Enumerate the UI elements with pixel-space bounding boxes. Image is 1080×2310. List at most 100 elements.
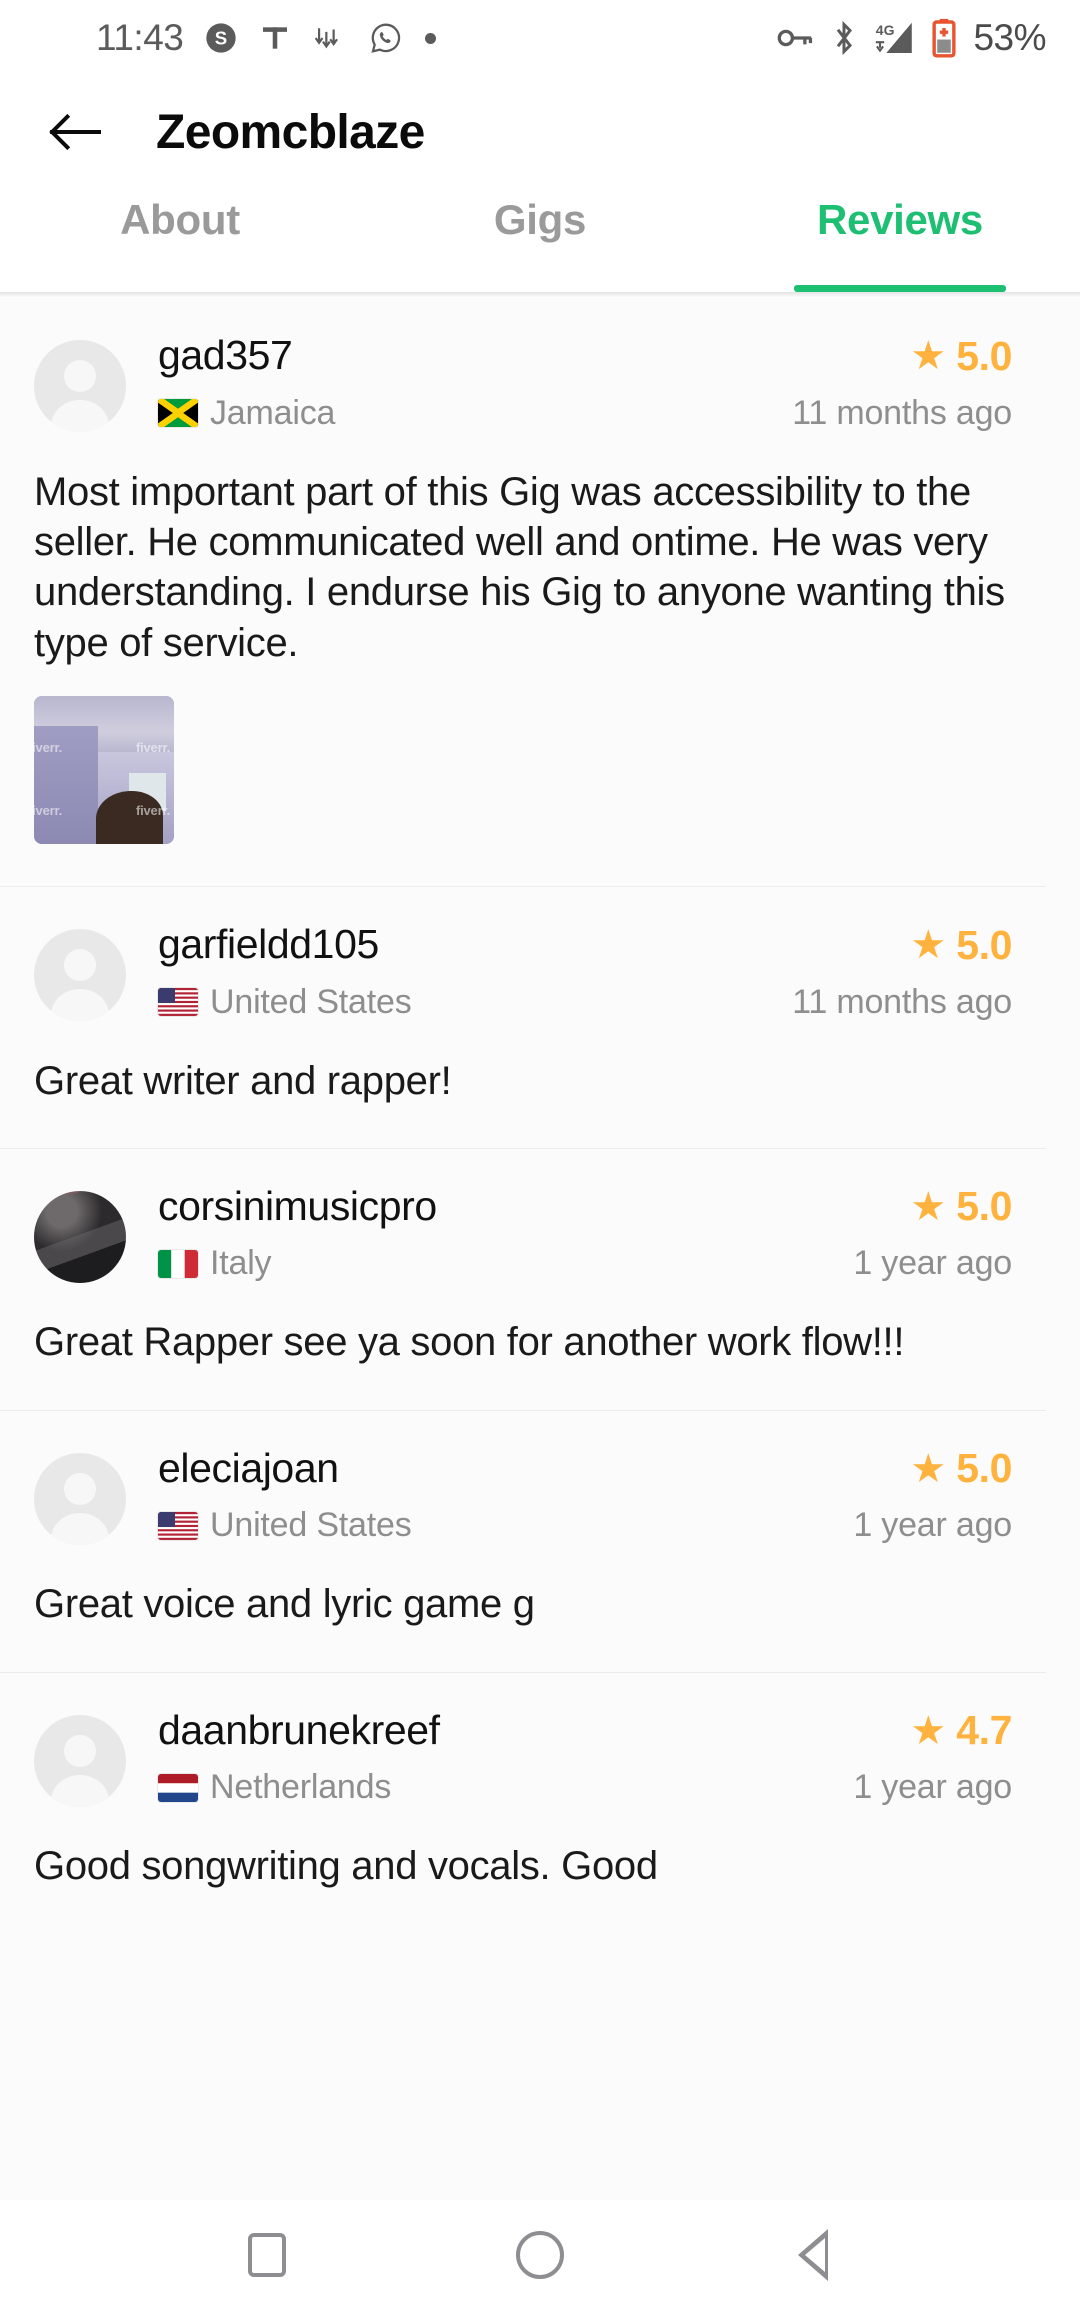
review-meta-bottom: Italy 1 year ago bbox=[158, 1244, 1012, 1283]
netherlands-flag-icon bbox=[158, 1773, 198, 1802]
battery-percent: 53% bbox=[973, 17, 1046, 58]
avatar bbox=[34, 340, 126, 432]
review-text: Most important part of this Gig was acce… bbox=[34, 469, 1005, 665]
recents-square-icon bbox=[247, 2233, 286, 2277]
reviewer-country: United States bbox=[158, 983, 412, 1022]
united-states-flag-icon bbox=[158, 1511, 198, 1540]
review-meta: eleciajoan ★ 5.0 United States 1 year ag… bbox=[158, 1445, 1012, 1546]
review-text: Great Rapper see ya soon for another wor… bbox=[34, 1320, 905, 1365]
review-time-ago: 1 year ago bbox=[853, 1244, 1012, 1283]
review-header: garfieldd105 ★ 5.0 United States 11 mont… bbox=[0, 887, 1046, 1022]
status-bar-left: 11:43 S bbox=[96, 17, 437, 59]
review-photo-thumbnail[interactable]: fiverr. fiverr. fiverr. fiverr. bbox=[34, 696, 174, 845]
review-meta-bottom: Jamaica 11 months ago bbox=[158, 394, 1012, 433]
review-text: Great writer and rapper! bbox=[34, 1058, 452, 1103]
reviewer-username[interactable]: garfieldd105 bbox=[158, 921, 379, 968]
reviewer-username[interactable]: eleciajoan bbox=[158, 1445, 339, 1492]
tab-about[interactable]: About bbox=[0, 188, 360, 292]
avatar-placeholder-head bbox=[64, 360, 96, 392]
review-header: eleciajoan ★ 5.0 United States 1 year ag… bbox=[0, 1411, 1046, 1546]
country-name: Jamaica bbox=[210, 393, 336, 432]
vpn-key-icon bbox=[777, 25, 815, 51]
united-states-flag-icon bbox=[158, 988, 198, 1017]
review-item: daanbrunekreef ★ 4.7 Netherlands 1 year … bbox=[0, 1673, 1080, 1892]
star-icon: ★ bbox=[910, 1708, 947, 1753]
review-item: gad357 ★ 5.0 Jamaica 11 months ago Most … bbox=[0, 298, 1080, 888]
country-name: United States bbox=[210, 982, 412, 1021]
review-spacer bbox=[0, 1368, 1046, 1410]
tab-about-label: About bbox=[120, 196, 240, 243]
rating-value: 5.0 bbox=[956, 1183, 1012, 1230]
data-transfer-icon bbox=[313, 23, 347, 53]
status-bar: 11:43 S 4G 53% bbox=[0, 0, 1080, 76]
review-header: gad357 ★ 5.0 Jamaica 11 months ago bbox=[0, 298, 1046, 433]
signal-4g-icon: 4G bbox=[873, 19, 915, 57]
tab-about-underline bbox=[74, 285, 286, 292]
avatar-placeholder-head bbox=[64, 1734, 96, 1767]
review-time-ago: 11 months ago bbox=[792, 982, 1012, 1021]
tab-gigs[interactable]: Gigs bbox=[360, 188, 720, 292]
watermark-text: fiverr. bbox=[135, 802, 170, 818]
italy-flag-icon bbox=[158, 1249, 198, 1278]
avatar bbox=[34, 1714, 126, 1807]
tab-gigs-label: Gigs bbox=[493, 196, 587, 243]
review-item: garfieldd105 ★ 5.0 United States 11 mont… bbox=[0, 887, 1080, 1149]
rating: ★ 5.0 bbox=[910, 1445, 1012, 1492]
system-navigation-bar bbox=[0, 2200, 1080, 2310]
home-button[interactable] bbox=[480, 2215, 600, 2295]
back-nav-button[interactable] bbox=[753, 2215, 873, 2295]
review-meta-bottom: United States 11 months ago bbox=[158, 983, 1012, 1022]
rating-value: 5.0 bbox=[956, 332, 1012, 379]
reviewer-country: United States bbox=[158, 1506, 412, 1545]
review-spacer bbox=[0, 1630, 1046, 1672]
avatar-placeholder-body bbox=[51, 400, 109, 432]
review-meta: daanbrunekreef ★ 4.7 Netherlands 1 year … bbox=[158, 1707, 1012, 1808]
review-time-ago: 1 year ago bbox=[853, 1506, 1012, 1545]
review-meta: corsinimusicpro ★ 5.0 Italy 1 year ago bbox=[158, 1183, 1012, 1284]
svg-text:S: S bbox=[215, 28, 227, 49]
avatar bbox=[34, 1452, 126, 1545]
tab-reviews-underline bbox=[794, 285, 1006, 292]
watermark-text: fiverr. bbox=[135, 740, 170, 756]
reviewer-country: Italy bbox=[158, 1244, 272, 1283]
review-meta-top: daanbrunekreef ★ 4.7 bbox=[158, 1707, 1012, 1755]
app-bar: Zeomcblaze bbox=[0, 76, 1080, 188]
avatar-placeholder-head bbox=[64, 1472, 96, 1505]
review-spacer bbox=[0, 1106, 1046, 1148]
home-circle-icon bbox=[515, 2231, 564, 2279]
avatar-placeholder-body bbox=[51, 1512, 109, 1545]
tab-reviews[interactable]: Reviews bbox=[720, 188, 1080, 292]
skype-icon: S bbox=[205, 22, 237, 54]
recents-button[interactable] bbox=[207, 2215, 327, 2295]
review-time-ago: 1 year ago bbox=[853, 1768, 1012, 1807]
rating: ★ 5.0 bbox=[910, 333, 1012, 380]
jamaica-flag-icon bbox=[158, 399, 198, 427]
rating-value: 5.0 bbox=[956, 1445, 1012, 1492]
review-meta-top: garfieldd105 ★ 5.0 bbox=[158, 921, 1012, 969]
page-title: Zeomcblaze bbox=[156, 105, 425, 159]
review-item: corsinimusicpro ★ 5.0 Italy 1 year ago G… bbox=[0, 1149, 1080, 1411]
reviewer-username[interactable]: corsinimusicpro bbox=[158, 1183, 437, 1230]
rating: ★ 5.0 bbox=[910, 922, 1012, 969]
avatar bbox=[34, 1190, 126, 1283]
review-meta-top: eleciajoan ★ 5.0 bbox=[158, 1445, 1012, 1493]
bluetooth-icon bbox=[831, 20, 857, 56]
avatar-placeholder-body bbox=[51, 1774, 109, 1807]
review-text: Great voice and lyric game g bbox=[34, 1582, 535, 1627]
star-icon: ★ bbox=[910, 1184, 947, 1229]
country-name: United States bbox=[210, 1506, 412, 1545]
whatsapp-icon bbox=[369, 21, 403, 55]
watermark-text: fiverr. bbox=[34, 740, 63, 756]
review-text: Good songwriting and vocals. Good bbox=[34, 1844, 658, 1889]
avatar-placeholder-head bbox=[64, 949, 96, 982]
review-time-ago: 11 months ago bbox=[792, 393, 1012, 432]
reviewer-username[interactable]: gad357 bbox=[158, 332, 293, 379]
country-name: Italy bbox=[210, 1244, 272, 1283]
rating: ★ 4.7 bbox=[910, 1707, 1012, 1754]
watermark-text: fiverr. bbox=[34, 802, 63, 818]
reviewer-username[interactable]: daanbrunekreef bbox=[158, 1707, 440, 1754]
back-triangle-icon bbox=[798, 2229, 829, 2281]
back-button[interactable] bbox=[40, 97, 110, 167]
review-header: daanbrunekreef ★ 4.7 Netherlands 1 year … bbox=[0, 1673, 1046, 1808]
reviews-list[interactable]: gad357 ★ 5.0 Jamaica 11 months ago Most … bbox=[0, 298, 1080, 2226]
